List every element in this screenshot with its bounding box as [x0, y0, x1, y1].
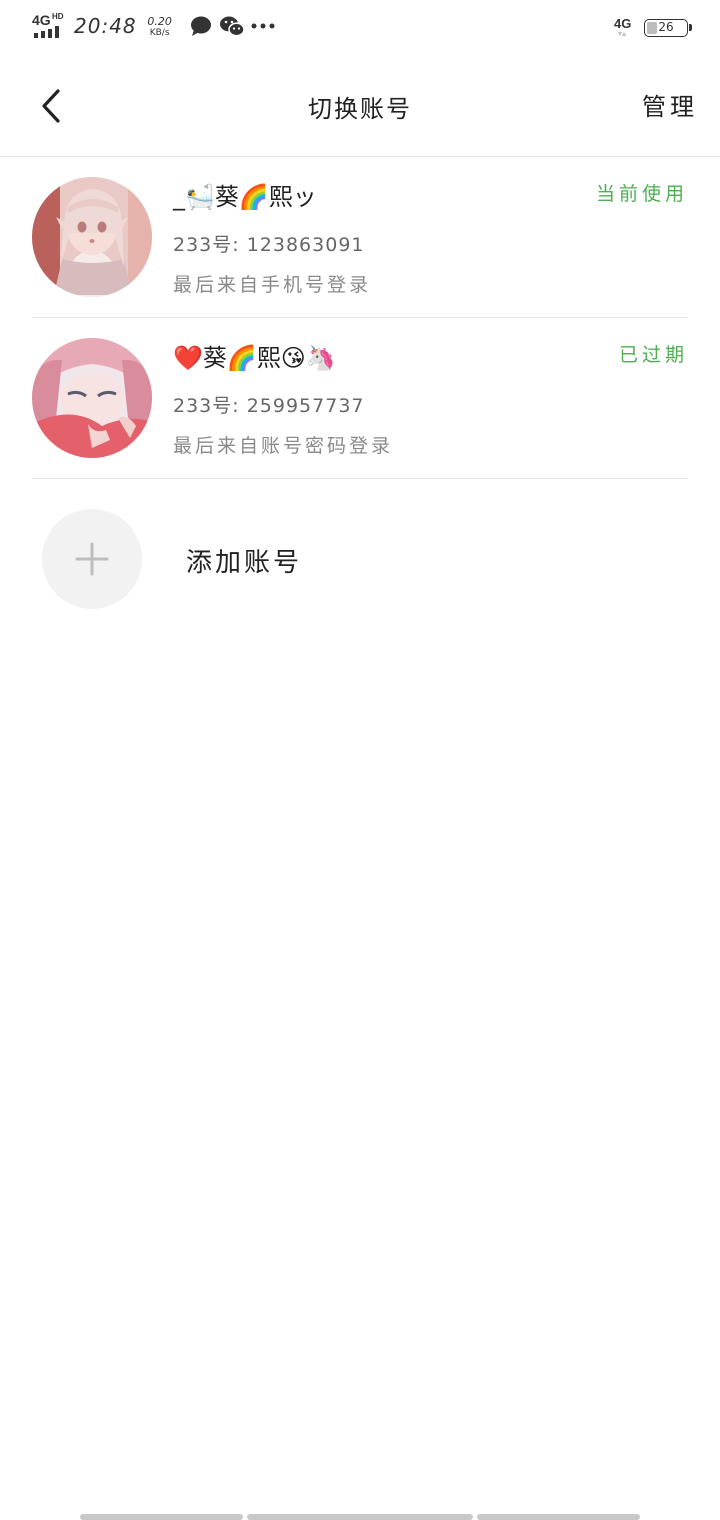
- add-account-circle[interactable]: [42, 509, 142, 609]
- gesture-bar-home[interactable]: [247, 1514, 473, 1520]
- cellular-signal-icon: 4G HD: [32, 12, 68, 40]
- manage-button[interactable]: 管理: [642, 87, 698, 122]
- account-item-current[interactable]: _🛀葵🌈熙ッ 233号: 123863091 最后来自手机号登录 当前使用: [32, 157, 688, 318]
- status-bar: 4G HD 20:48 0.20 KB/s 4G ▾▴ 26: [0, 0, 720, 56]
- login-method: 最后来自账号密码登录: [173, 435, 394, 457]
- network-speed: 0.20 KB/s: [145, 15, 175, 38]
- gesture-bar-right[interactable]: [477, 1514, 640, 1520]
- network-speed-unit: KB/s: [149, 27, 170, 38]
- account-id: 233号: 259957737: [173, 395, 365, 417]
- status-badge: 已过期: [618, 344, 688, 366]
- network-speed-value: 0.20: [147, 14, 172, 28]
- plus-icon: [75, 542, 109, 576]
- avatar: [32, 338, 152, 458]
- gesture-bar-left[interactable]: [80, 1514, 243, 1520]
- avatar: [32, 177, 152, 297]
- login-method: 最后来自手机号登录: [173, 274, 372, 296]
- add-account-label: 添加账号: [186, 548, 303, 578]
- add-account-button[interactable]: 添加账号: [42, 509, 442, 609]
- account-id: 233号: 123863091: [173, 234, 365, 256]
- wechat-icon: [219, 16, 245, 37]
- account-name: _🛀葵🌈熙ッ: [173, 183, 317, 211]
- status-badge: 当前使用: [595, 183, 688, 205]
- account-item-expired[interactable]: ❤️葵🌈熙😘🦄 233号: 259957737 最后来自账号密码登录 已过期: [32, 318, 688, 479]
- page-title: 切换账号: [308, 95, 412, 123]
- mobile-data-icon: 4G ▾▴: [614, 16, 632, 38]
- top-app-bar: 切换账号 管理: [0, 56, 720, 157]
- battery-level: 26: [658, 20, 674, 34]
- account-name: ❤️葵🌈熙😘🦄: [173, 344, 336, 372]
- network-hd: HD: [52, 12, 64, 21]
- more-dots-icon: [251, 23, 275, 29]
- status-time: 20:48: [74, 14, 137, 38]
- battery-icon: 26: [644, 19, 692, 37]
- message-icon: [190, 16, 211, 36]
